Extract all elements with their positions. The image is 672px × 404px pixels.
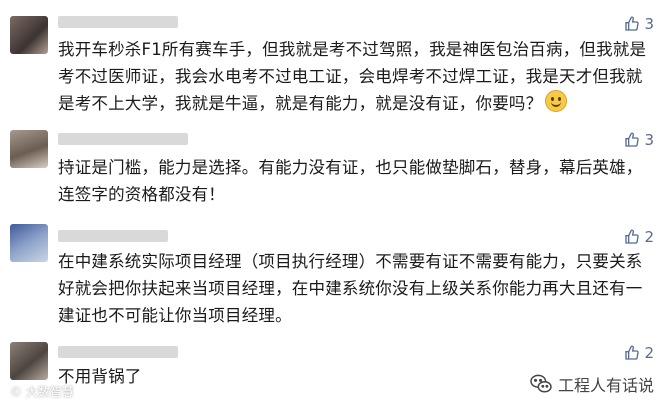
username-blurred: [58, 230, 168, 242]
username-blurred: [58, 16, 178, 28]
username-blurred: [58, 133, 188, 145]
thumbs-up-icon: [625, 132, 640, 147]
avatar[interactable]: [10, 130, 48, 168]
like-count: 2: [644, 228, 654, 246]
like-button[interactable]: 2: [624, 228, 654, 246]
avatar[interactable]: [10, 224, 48, 262]
wechat-icon: [530, 374, 552, 393]
watermark-left: © 大数智慧: [10, 385, 74, 399]
like-button[interactable]: 2: [624, 344, 654, 362]
username-blurred: [58, 346, 178, 358]
watermark-right-text: 工程人有话说: [557, 376, 654, 395]
avatar[interactable]: [10, 342, 48, 380]
smile-emoji-icon: [545, 90, 568, 112]
avatar[interactable]: [10, 16, 48, 54]
watermark-right: 工程人有话说: [530, 372, 654, 396]
thumbs-up-icon: [625, 16, 640, 31]
like-count: 3: [644, 131, 654, 149]
comment-text: 在中建系统实际项目经理（项目执行经理）不需要有证不需要有能力，只要关系好就会把你…: [58, 252, 643, 325]
like-count: 2: [644, 344, 654, 362]
like-button[interactable]: 3: [624, 131, 654, 149]
like-button[interactable]: 3: [624, 15, 654, 33]
thumbs-up-icon: [625, 345, 640, 360]
like-count: 3: [644, 15, 654, 33]
comment-text: 持证是门槛，能力是选择。有能力没有证，也只能做垫脚石，替身，幕后英雄，连签字的资…: [58, 158, 643, 204]
comment-text: 我开车秒杀F1所有赛车手，但我就是考不过驾照，我是神医包治百病，但我就是考不过医…: [58, 40, 647, 113]
thumbs-up-icon: [625, 229, 640, 244]
